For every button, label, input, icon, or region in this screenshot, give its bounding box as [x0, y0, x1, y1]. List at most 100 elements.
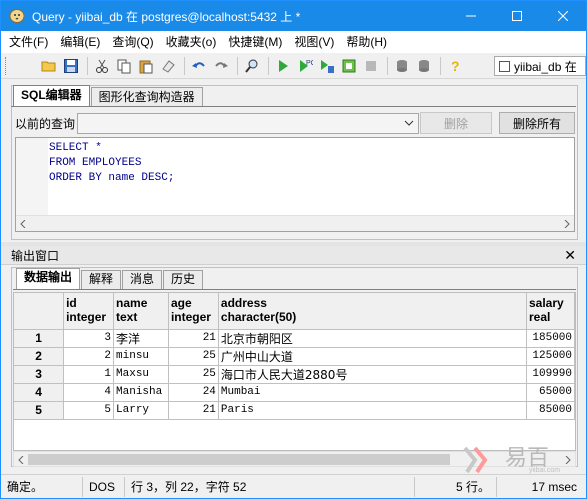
help-button[interactable]: ?	[445, 56, 465, 76]
save-button[interactable]	[61, 56, 81, 76]
previous-query-select[interactable]	[77, 112, 419, 134]
cell-salary[interactable]: 85000	[526, 401, 575, 420]
clear-button[interactable]	[158, 56, 178, 76]
scroll-left-icon[interactable]	[17, 456, 25, 464]
table-row[interactable]: 4 4 Manisha 24 Mumbai 65000	[14, 383, 575, 402]
cell-age[interactable]: 25	[168, 365, 219, 384]
menu-query[interactable]: 查询(Q)	[106, 32, 159, 52]
sql-line: ORDER BY name DESC;	[49, 172, 175, 184]
cell-salary[interactable]: 65000	[526, 383, 575, 402]
minimize-button[interactable]	[448, 1, 494, 31]
column-header-name[interactable]: name text	[113, 293, 169, 330]
menu-view[interactable]: 视图(V)	[288, 32, 340, 52]
table-row[interactable]: 3 1 Maxsu 25 海口市人民大道2880号 109990	[14, 365, 575, 384]
column-header-salary[interactable]: salary real	[526, 293, 575, 330]
cell-id[interactable]: 3	[63, 329, 115, 348]
app-window: Query - yiibai_db 在 postgres@localhost:5…	[0, 0, 587, 499]
cell-age[interactable]: 25	[168, 347, 219, 366]
menu-shortcuts[interactable]: 快捷键(M)	[222, 32, 288, 52]
cell-salary[interactable]: 109990	[526, 365, 575, 384]
cell-name[interactable]: minsu	[113, 347, 169, 366]
cell-age[interactable]: 21	[168, 401, 219, 420]
sql-code[interactable]: SELECT * FROM EMPLOYEES ORDER BY name DE…	[49, 141, 174, 186]
folder-open-icon	[41, 61, 56, 71]
table-row[interactable]: 1 3 李洋 21 北京市朝阳区 185000	[14, 329, 575, 348]
column-header-age[interactable]: age integer	[168, 293, 219, 330]
scroll-left-icon[interactable]	[19, 220, 27, 228]
tab-underline	[13, 289, 576, 290]
tab-data-output[interactable]: 数据输出	[16, 268, 81, 289]
scrollbar-thumb[interactable]	[28, 454, 450, 465]
undo-button[interactable]	[189, 56, 209, 76]
output-pane-header: 输出窗口 ✕	[1, 246, 586, 265]
delete-all-button[interactable]: 删除所有	[499, 112, 575, 134]
explain-button[interactable]	[339, 56, 359, 76]
database-selector[interactable]: yiibai_db 在	[494, 56, 586, 76]
cell-id[interactable]: 4	[63, 383, 115, 402]
commit-button[interactable]	[392, 56, 412, 76]
cell-name[interactable]: Manisha	[113, 383, 169, 402]
cell-age[interactable]: 24	[168, 383, 219, 402]
cell-address[interactable]: Paris	[218, 401, 528, 420]
scroll-right-icon[interactable]	[563, 220, 571, 228]
open-file-button[interactable]	[39, 56, 59, 76]
tab-explain[interactable]: 解释	[81, 270, 122, 289]
close-output-icon[interactable]: ✕	[564, 247, 576, 264]
copy-button[interactable]	[114, 56, 134, 76]
cell-address[interactable]: 北京市朝阳区	[218, 329, 528, 348]
find-button[interactable]	[242, 56, 262, 76]
cell-address[interactable]: 海口市人民大道2880号	[218, 365, 528, 384]
cell-id[interactable]: 1	[63, 365, 115, 384]
rollback-button[interactable]	[414, 56, 434, 76]
tab-history[interactable]: 历史	[163, 270, 204, 289]
help-icon: ?	[451, 58, 460, 74]
cut-button[interactable]	[92, 56, 112, 76]
delete-button[interactable]: 删除	[420, 112, 492, 134]
cell-name[interactable]: Larry	[113, 401, 169, 420]
menu-edit[interactable]: 编辑(E)	[54, 32, 106, 52]
cell-name[interactable]: 李洋	[113, 329, 169, 348]
maximize-icon	[512, 11, 522, 21]
maximize-button[interactable]	[494, 1, 540, 31]
cell-salary[interactable]: 185000	[526, 329, 575, 348]
cell-name[interactable]: Maxsu	[113, 365, 169, 384]
tab-messages[interactable]: 消息	[122, 270, 163, 289]
cancel-query-button[interactable]	[361, 56, 381, 76]
menu-help[interactable]: 帮助(H)	[340, 32, 393, 52]
editor-horizontal-scrollbar[interactable]	[16, 215, 574, 231]
results-grid[interactable]: id integer name text age integer address cha…	[13, 292, 576, 451]
row-number[interactable]: 3	[14, 365, 65, 384]
menu-favorites[interactable]: 收藏夹(o)	[160, 32, 223, 52]
cell-address[interactable]: Mumbai	[218, 383, 528, 402]
row-number[interactable]: 1	[14, 329, 65, 348]
row-number[interactable]: 5	[14, 401, 65, 420]
tab-graphical-query-builder[interactable]: 图形化查询构造器	[90, 87, 203, 107]
table-row[interactable]: 5 5 Larry 21 Paris 85000	[14, 401, 575, 420]
sql-editor[interactable]: SELECT * FROM EMPLOYEES ORDER BY name DE…	[15, 137, 575, 232]
row-number[interactable]: 2	[14, 347, 65, 366]
cell-id[interactable]: 2	[63, 347, 115, 366]
execute-pgscript-button[interactable]: PG	[295, 56, 315, 76]
redo-button[interactable]	[211, 56, 231, 76]
row-number[interactable]: 4	[14, 383, 65, 402]
cell-id[interactable]: 5	[63, 401, 115, 420]
save-icon	[64, 58, 78, 73]
execute-to-file-button[interactable]	[317, 56, 337, 76]
paste-button[interactable]	[136, 56, 156, 76]
database-icon	[397, 59, 407, 72]
line-number-gutter	[16, 138, 48, 216]
close-window-button[interactable]	[540, 1, 586, 31]
cell-address[interactable]: 广州中山大道	[218, 347, 528, 366]
tab-sql-editor[interactable]: SQL编辑器	[13, 85, 90, 107]
execute-button[interactable]	[273, 56, 293, 76]
close-icon	[558, 11, 568, 21]
cell-age[interactable]: 21	[168, 329, 219, 348]
corner-header[interactable]	[14, 293, 65, 330]
toolbar-grip[interactable]	[5, 56, 9, 75]
column-header-address[interactable]: address character(50)	[218, 293, 528, 330]
cell-salary[interactable]: 125000	[526, 347, 575, 366]
table-row[interactable]: 2 2 minsu 25 广州中山大道 125000	[14, 347, 575, 366]
menu-file[interactable]: 文件(F)	[3, 32, 54, 52]
database-checkbox[interactable]	[499, 60, 510, 72]
column-header-id[interactable]: id integer	[63, 293, 115, 330]
